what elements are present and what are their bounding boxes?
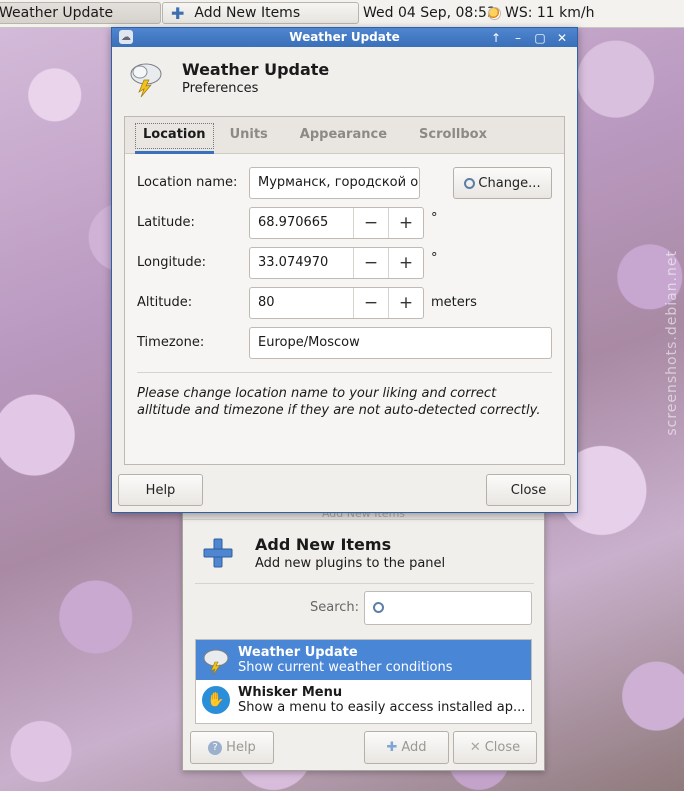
add-button[interactable]: ✚ Add xyxy=(364,731,449,764)
latitude-unit: ° xyxy=(431,211,438,226)
add-new-items-window: Add New Items Add New Items Add new plug… xyxy=(182,508,545,771)
search-icon xyxy=(464,177,476,189)
window-titlebar[interactable]: ☁ Weather Update ↑ – ▢ ✕ xyxy=(112,28,577,47)
top-panel: Weather Update ✚ Add New Items Wed 04 Se… xyxy=(0,0,684,28)
add-icon: ✚ xyxy=(171,3,185,23)
close-button[interactable]: Close xyxy=(486,474,571,506)
longitude-spinbutton[interactable]: 33.074970 − + xyxy=(249,247,424,279)
close-button[interactable]: ✕ Close xyxy=(453,731,537,764)
help-note: Please change location name to your liki… xyxy=(137,386,541,418)
latitude-label: Latitude: xyxy=(137,215,195,230)
latitude-spinbutton[interactable]: 68.970665 − + xyxy=(249,207,424,239)
weather-storm-icon xyxy=(130,63,162,98)
longitude-value[interactable]: 33.074970 xyxy=(250,248,353,278)
preferences-notebook: Location Units Appearance Scrollbox Loca… xyxy=(124,116,565,465)
increment-button[interactable]: + xyxy=(388,208,423,238)
weather-wind-speed: WS: 11 km/h xyxy=(505,5,595,21)
change-location-button[interactable]: Change... xyxy=(453,167,552,199)
decrement-button[interactable]: − xyxy=(353,248,388,278)
add-window-header: Add New Items Add new plugins to the pan… xyxy=(201,535,445,571)
weather-storm-icon xyxy=(203,649,229,676)
maximize-icon[interactable]: ▢ xyxy=(531,29,549,46)
plugin-list[interactable]: Weather Update Show current weather cond… xyxy=(195,639,532,724)
divider xyxy=(137,372,552,373)
panel-clock[interactable]: Wed 04 Sep, 08:53 xyxy=(363,5,496,21)
watermark: screenshots.debian.net xyxy=(664,250,680,436)
tab-scrollbox[interactable]: Scrollbox xyxy=(403,117,503,153)
longitude-label: Longitude: xyxy=(137,255,207,270)
decrement-button[interactable]: − xyxy=(353,208,388,238)
location-name-input[interactable]: Мурманск, городской округ Мурманск xyxy=(249,167,420,199)
dialog-header: Weather Update Preferences xyxy=(126,58,329,98)
minimize-icon[interactable]: – xyxy=(509,29,527,46)
taskbar-item-weather-update[interactable]: Weather Update xyxy=(0,2,161,24)
altitude-unit: meters xyxy=(431,295,477,310)
increment-button[interactable]: + xyxy=(388,288,423,318)
tab-location[interactable]: Location xyxy=(135,117,214,154)
weather-plugin[interactable]: WS: 11 km/h xyxy=(488,5,595,21)
dialog-subtitle: Preferences xyxy=(182,81,259,96)
tab-bar: Location Units Appearance Scrollbox xyxy=(125,117,564,154)
add-icon xyxy=(203,538,233,568)
list-item[interactable]: ✋ Whisker Menu Show a menu to easily acc… xyxy=(196,680,531,720)
close-icon: ✕ xyxy=(469,740,481,755)
keep-above-icon[interactable]: ↑ xyxy=(487,29,505,46)
tab-appearance[interactable]: Appearance xyxy=(284,117,403,153)
help-button[interactable]: ? Help xyxy=(190,731,274,764)
weather-update-window: ☁ Weather Update ↑ – ▢ ✕ Weather Update … xyxy=(111,27,578,513)
taskbar-item-label: Weather Update xyxy=(0,5,114,21)
divider xyxy=(195,583,534,584)
longitude-unit: ° xyxy=(431,251,438,266)
altitude-label: Altitude: xyxy=(137,295,193,310)
decrement-button[interactable]: − xyxy=(353,288,388,318)
search-input[interactable] xyxy=(364,591,532,625)
altitude-spinbutton[interactable]: 80 − + xyxy=(249,287,424,319)
search-icon xyxy=(373,602,384,613)
add-window-subtitle: Add new plugins to the panel xyxy=(255,556,446,571)
list-item-title: Weather Update xyxy=(238,645,358,660)
altitude-value[interactable]: 80 xyxy=(250,288,353,318)
latitude-value[interactable]: 68.970665 xyxy=(250,208,353,238)
list-item-description: Show a menu to easily access installed a… xyxy=(238,700,526,715)
close-icon[interactable]: ✕ xyxy=(553,29,571,46)
list-item[interactable]: Weather Update Show current weather cond… xyxy=(196,640,531,680)
tab-units[interactable]: Units xyxy=(214,117,284,153)
increment-button[interactable]: + xyxy=(388,248,423,278)
taskbar-item-add-new-items[interactable]: ✚ Add New Items xyxy=(162,2,359,24)
help-icon: ? xyxy=(208,740,223,755)
whisker-menu-icon: ✋ xyxy=(200,684,232,716)
dialog-title: Weather Update xyxy=(182,60,330,79)
add-window-title: Add New Items xyxy=(255,535,392,554)
weather-icon xyxy=(488,6,501,20)
taskbar-item-label: Add New Items xyxy=(194,5,301,21)
help-button[interactable]: Help xyxy=(118,474,203,506)
search-label: Search: xyxy=(310,600,360,615)
timezone-label: Timezone: xyxy=(137,335,205,350)
timezone-input[interactable]: Europe/Moscow xyxy=(249,327,552,359)
list-item-description: Show current weather conditions xyxy=(238,660,453,675)
list-item-title: Whisker Menu xyxy=(238,685,343,700)
add-icon: ✚ xyxy=(386,740,398,755)
location-name-label: Location name: xyxy=(137,175,238,190)
